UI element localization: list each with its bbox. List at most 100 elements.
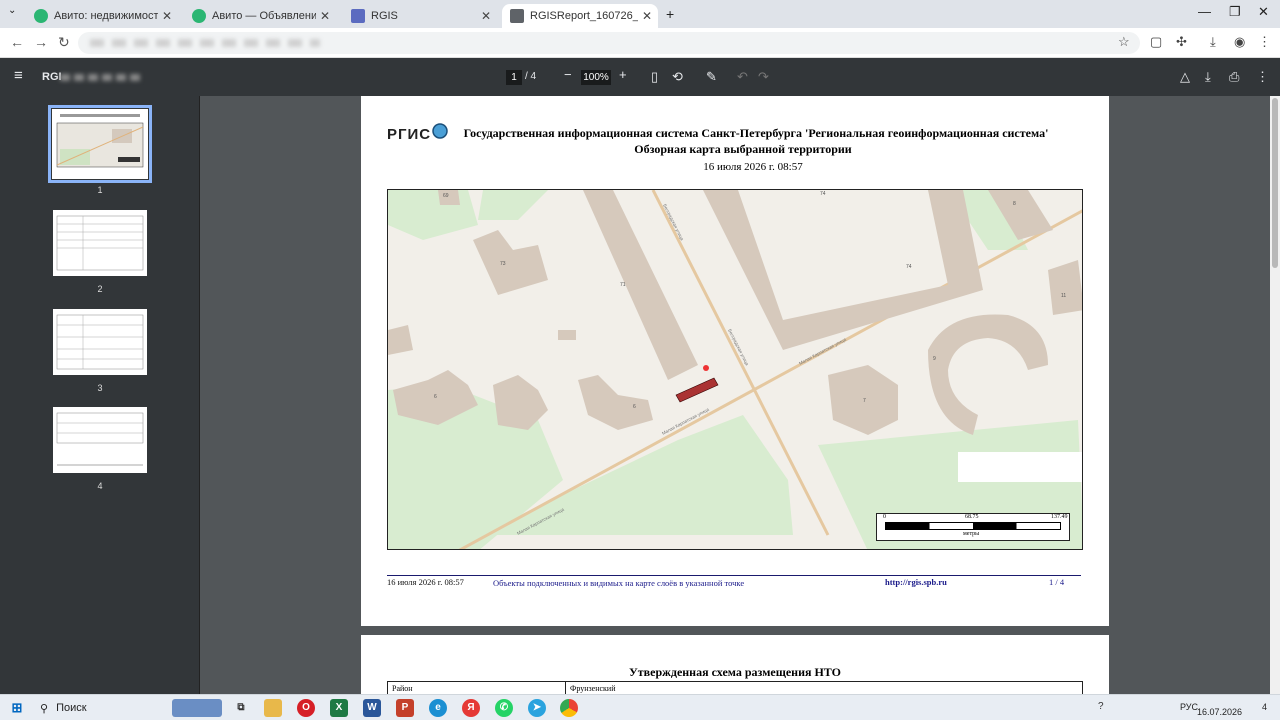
close-tab-icon[interactable]: ✕ [481, 9, 491, 23]
pdf-page-1: РГИС Государственная информационная сист… [361, 96, 1109, 626]
label-6-west: 6 [434, 394, 437, 400]
annotate-icon[interactable]: ✎ [706, 69, 717, 85]
windows-start-icon[interactable]: ⊞ [8, 699, 26, 717]
page-heading-line1: Государственная информационная система С… [463, 126, 1049, 140]
avito-favicon-icon [192, 9, 206, 23]
task-view-icon[interactable]: ⧉ [232, 699, 250, 717]
tab-pdf-report[interactable]: RGISReport_160726_085740.pdf ✕ [502, 4, 658, 28]
footer-page: 1 / 4 [1049, 577, 1065, 587]
thumbnail-page-3[interactable] [53, 309, 147, 375]
taskbar-search[interactable]: ⚲ Поиск [32, 697, 168, 719]
tab-avito-2[interactable]: Авито — Объявления на сайте ✕ [184, 4, 336, 28]
page-number-input[interactable]: 1 [506, 70, 522, 85]
print-icon[interactable]: ⎙ [1229, 69, 1239, 85]
white-area [958, 452, 1082, 482]
overview-map: 71 73 74 74 8 9 7 6 6 11 69 Малая Карпат… [387, 189, 1083, 550]
fit-page-icon[interactable]: ▯ [651, 69, 658, 85]
chrome-icon[interactable] [560, 699, 578, 717]
selected-point [703, 365, 709, 371]
pdf-download-icon[interactable]: ⤓ [1205, 69, 1211, 85]
scale-mid: 68.75 [965, 514, 979, 520]
label-6: 6 [633, 404, 636, 410]
minimize-button[interactable]: — [1198, 4, 1211, 19]
drive-icon[interactable]: △ [1180, 69, 1190, 85]
forward-icon[interactable]: → [34, 34, 48, 50]
browser-tab-bar: ⌄ Авито: недвижимость, транспо ✕ Авито —… [0, 0, 1280, 28]
reload-icon[interactable]: ↻ [58, 34, 70, 51]
sidebar-toggle-icon[interactable]: ≡ [14, 67, 23, 84]
menu-icon[interactable]: ⋮ [1258, 34, 1271, 50]
vertical-scrollbar[interactable] [1270, 96, 1280, 694]
pdf-title: RGI [42, 71, 62, 83]
rgis-favicon-icon [351, 9, 365, 23]
zoom-out-icon[interactable]: − [564, 67, 572, 82]
thumbnail-number-4: 4 [97, 481, 103, 491]
scale-zero: 0 [883, 514, 886, 520]
tab-rgis[interactable]: RGIS ✕ [343, 4, 497, 28]
label-8: 8 [1013, 201, 1016, 207]
pdf-page-2: Утвержденная схема размещения НТО Район … [361, 635, 1109, 694]
page-total: / 4 [525, 71, 537, 82]
undo-icon[interactable]: ↶ [737, 69, 748, 85]
label-74b: 74 [906, 264, 912, 270]
thumbnail-page-4[interactable] [53, 407, 147, 473]
redo-icon[interactable]: ↷ [758, 69, 769, 85]
close-window-button[interactable]: ✕ [1258, 4, 1269, 20]
opera-icon[interactable]: O [297, 699, 315, 717]
address-bar-row: ← → ↻ ☆ ▢ ✣ ⤓ ◉ ⋮ [0, 28, 1280, 58]
language-indicator[interactable]: РУС [1180, 702, 1198, 712]
table-cell-label: Район [388, 682, 566, 694]
weather-widget-icon[interactable] [172, 699, 222, 717]
zoom-input[interactable]: 100% [581, 70, 611, 85]
close-tab-icon[interactable]: ✕ [162, 9, 172, 23]
building-69 [438, 190, 460, 205]
blurred-url [90, 39, 320, 47]
rotate-icon[interactable]: ⟲ [672, 69, 683, 85]
maximize-button[interactable]: ❐ [1229, 4, 1241, 20]
footer-description: Объекты подключенных и видимых на карте … [493, 578, 745, 588]
extensions-icon[interactable]: ✣ [1176, 34, 1187, 50]
thumbnail-map-preview [56, 114, 144, 168]
scale-unit: метры [963, 531, 980, 537]
profile-icon[interactable]: ◉ [1234, 34, 1245, 50]
thumbnail-number-2: 2 [97, 284, 103, 294]
edge-icon[interactable]: e [429, 699, 447, 717]
thumbnail-page-1[interactable] [48, 105, 152, 183]
pdf-toolbar: ≡ RGI 1 / 4 − 100% + ▯ ⟲ ✎ ↶ ↷ △ ⤓ ⎙ ⋮ [0, 58, 1280, 96]
search-icon: ⚲ [40, 702, 49, 715]
notification-count[interactable]: 4 [1262, 702, 1267, 712]
screenshot-icon[interactable]: ▢ [1150, 34, 1162, 50]
excel-icon[interactable]: X [330, 699, 348, 717]
tab-search-icon[interactable]: ⌄ [8, 5, 16, 16]
yandex-icon[interactable]: Я [462, 699, 480, 717]
word-icon[interactable]: W [363, 699, 381, 717]
tab-avito-1[interactable]: Авито: недвижимость, транспо ✕ [26, 4, 178, 28]
zoom-in-icon[interactable]: + [619, 67, 627, 82]
map-canvas: 71 73 74 74 8 9 7 6 6 11 69 Малая Карпат… [388, 190, 1082, 549]
download-icon[interactable]: ⤓ [1210, 34, 1216, 50]
page2-table: Район Фрунзенский [387, 681, 1083, 694]
powerpoint-icon[interactable]: P [396, 699, 414, 717]
thumbnail-sidebar: 1 2 3 4 [0, 96, 200, 694]
close-tab-icon[interactable]: ✕ [642, 9, 652, 23]
url-input[interactable] [78, 32, 1140, 54]
new-tab-button[interactable]: + [666, 6, 674, 22]
pdf-more-icon[interactable]: ⋮ [1256, 69, 1269, 85]
scale-ruler [885, 522, 1061, 530]
whatsapp-icon[interactable]: ✆ [495, 699, 513, 717]
label-7: 7 [863, 398, 866, 404]
help-icon[interactable]: ? [1098, 701, 1104, 712]
scale-max: 137.49 [1051, 514, 1068, 520]
footer-url[interactable]: http://rgis.spb.ru [885, 577, 947, 587]
taskbar-clock[interactable]: 16.07.2026 [1197, 696, 1242, 718]
bookmark-star-icon[interactable]: ☆ [1118, 34, 1130, 50]
close-tab-icon[interactable]: ✕ [320, 9, 330, 23]
back-icon[interactable]: ← [10, 34, 24, 50]
avito-favicon-icon [34, 9, 48, 23]
scrollbar-thumb[interactable] [1272, 98, 1278, 268]
telegram-icon[interactable]: ➤ [528, 699, 546, 717]
footer-date: 16 июля 2026 г. 08:57 [387, 577, 464, 587]
pdf-viewer[interactable]: РГИС Государственная информационная сист… [200, 96, 1280, 694]
thumbnail-page-2[interactable] [53, 210, 147, 276]
file-explorer-icon[interactable] [264, 699, 282, 717]
